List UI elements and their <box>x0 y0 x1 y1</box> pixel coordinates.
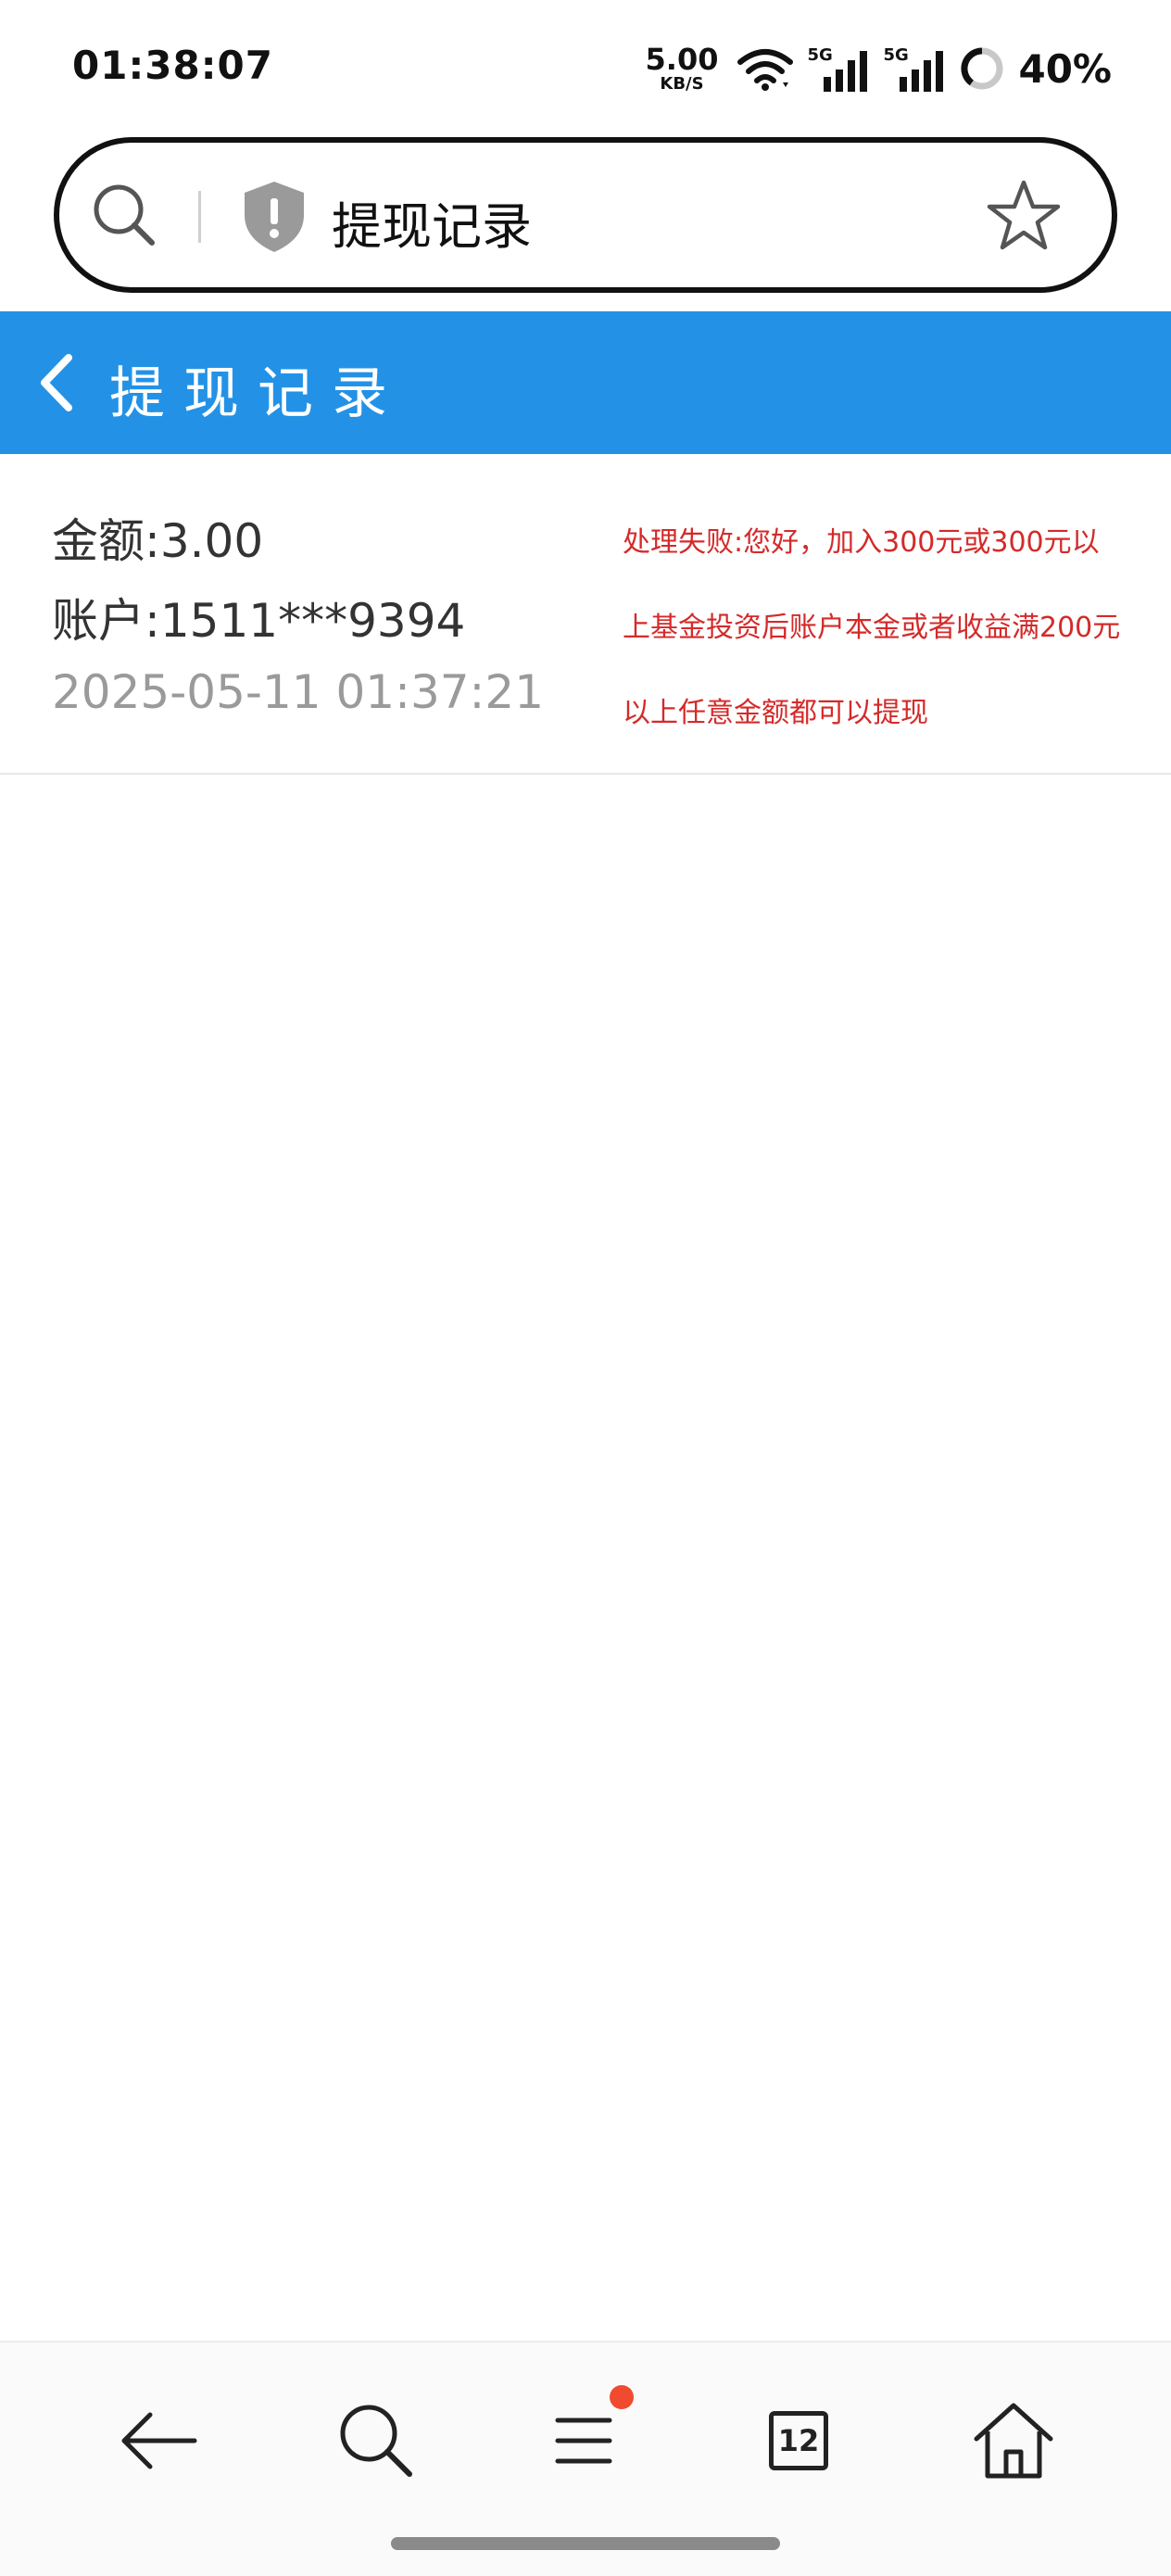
chevron-left-icon[interactable] <box>35 352 80 413</box>
search-icon <box>340 2405 412 2477</box>
address-bar[interactable]: 提现记录 <box>54 137 1117 293</box>
battery-percent: 40% <box>1018 45 1112 92</box>
arrow-left-icon <box>121 2412 197 2469</box>
nav-tabs-button[interactable]: 12 <box>752 2394 845 2487</box>
shield-warning-icon[interactable] <box>241 180 308 254</box>
nav-back-button[interactable] <box>113 2394 206 2487</box>
address-divider <box>198 191 201 243</box>
wifi-icon <box>737 49 794 91</box>
record-amount: 金额:3.00 <box>52 514 264 568</box>
search-icon[interactable] <box>89 180 159 250</box>
status-time: 01:38:07 <box>72 43 273 88</box>
withdrawal-record: 金额:3.00 账户:1511***9394 2025-05-11 01:37:… <box>0 454 1171 775</box>
status-bar: 01:38:07 5.00 KB/S 5G 5G 40% <box>0 0 1171 130</box>
status-indicators: 5.00 KB/S 5G 5G 40% <box>646 41 1112 96</box>
nav-home-button[interactable] <box>967 2394 1060 2487</box>
notification-badge <box>610 2385 634 2409</box>
home-icon <box>974 2403 1053 2479</box>
record-status-message: 处理失败:您好，加入300元或300元以上基金投资后账户本金或者收益满200元以… <box>623 526 1121 729</box>
net-speed-unit: KB/S <box>660 74 704 94</box>
nav-menu-button[interactable] <box>537 2385 634 2487</box>
star-icon[interactable] <box>986 178 1062 254</box>
signal-sim1: 5G <box>807 45 870 92</box>
battery-ring-icon <box>961 47 1003 90</box>
address-text[interactable]: 提现记录 <box>332 185 532 259</box>
signal-bars-icon <box>900 51 944 92</box>
record-account: 账户:1511***9394 <box>52 594 466 648</box>
net-speed-value: 5.00 <box>645 42 719 77</box>
record-time: 2025-05-11 01:37:21 <box>52 665 545 719</box>
page-title: 提现记录 <box>109 361 406 426</box>
page-header: 提现记录 <box>0 311 1171 454</box>
net-speed: 5.00 KB/S <box>646 44 719 93</box>
nav-search-button[interactable] <box>330 2394 422 2487</box>
tabs-icon: 12 <box>769 2411 828 2470</box>
signal-bars-icon <box>824 51 868 92</box>
home-indicator[interactable] <box>391 2537 780 2550</box>
signal-sim2: 5G <box>883 45 946 92</box>
